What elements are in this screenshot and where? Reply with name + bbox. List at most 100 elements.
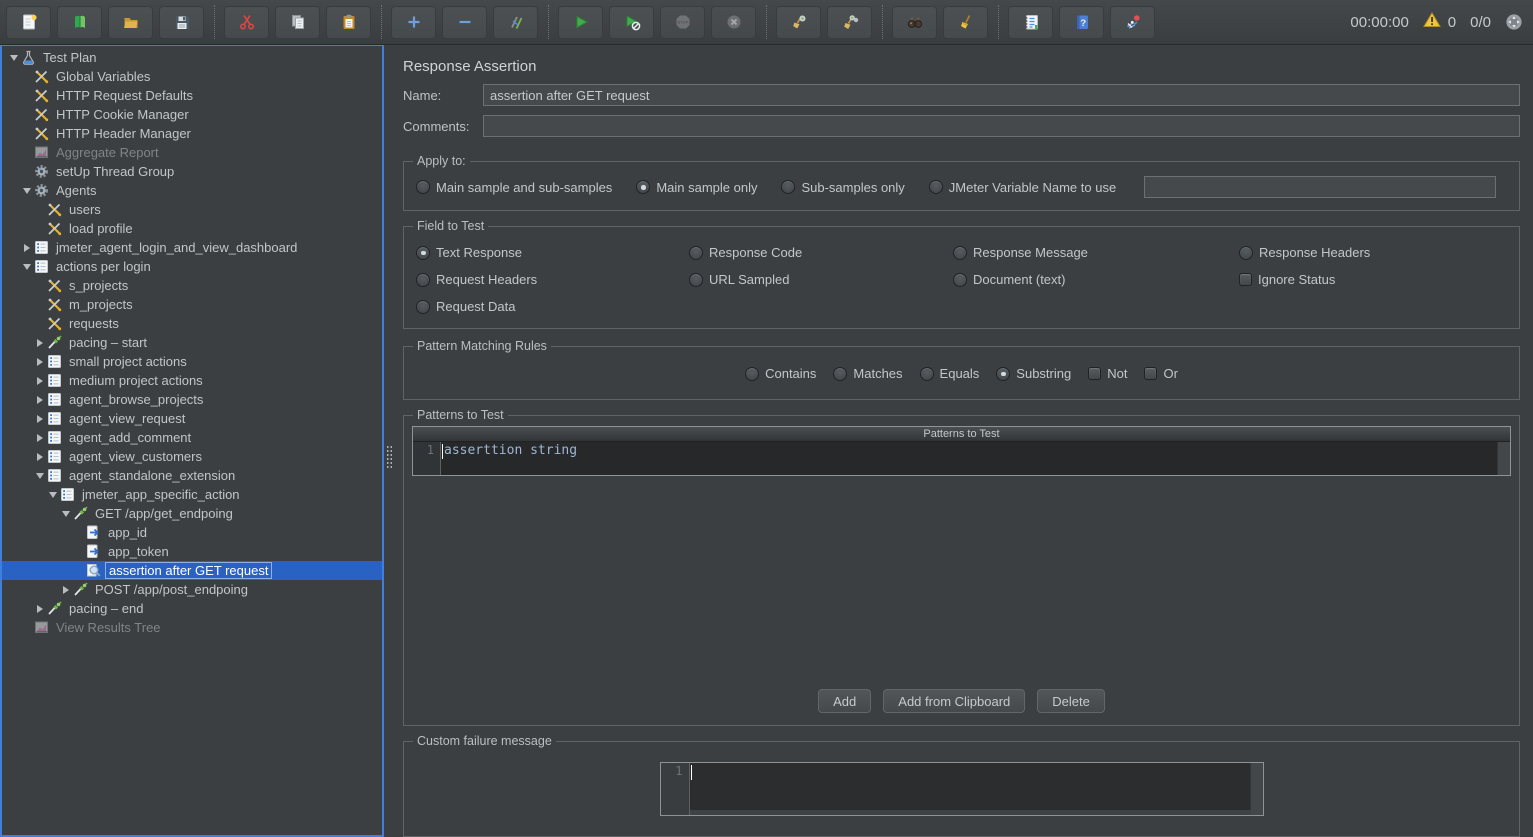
expand-icon[interactable]: [33, 415, 46, 423]
tree-node-get-app-get-endpoing[interactable]: GET /app/get_endpoing: [2, 504, 382, 523]
radio-indicator[interactable]: [416, 246, 430, 260]
tree-node-actions-per-login[interactable]: actions per login: [2, 257, 382, 276]
checkbox-ignore-status[interactable]: Ignore Status: [1239, 268, 1509, 291]
expand-icon[interactable]: [33, 434, 46, 442]
tree-node-http-request-defaults[interactable]: HTTP Request Defaults: [2, 86, 382, 105]
tree-node-load-profile[interactable]: load profile: [2, 219, 382, 238]
radio-contains[interactable]: Contains: [745, 366, 816, 381]
tree-node-jmeter-app-specific-action[interactable]: jmeter_app_specific_action: [2, 485, 382, 504]
tree-node-agent-standalone-extension[interactable]: agent_standalone_extension: [2, 466, 382, 485]
tree-node-requests[interactable]: requests: [2, 314, 382, 333]
expand-all-button[interactable]: [391, 6, 436, 39]
function-helper-button[interactable]: [1008, 6, 1053, 39]
tree-node-agent-view-customers[interactable]: agent_view_customers: [2, 447, 382, 466]
radio-indicator[interactable]: [1239, 246, 1253, 260]
checkbox-indicator[interactable]: [1088, 367, 1101, 380]
radio-jmeter-variable-name-to-use[interactable]: JMeter Variable Name to use: [929, 180, 1116, 195]
help-button[interactable]: ?: [1059, 6, 1104, 39]
add-from-clipboard-button[interactable]: Add from Clipboard: [883, 689, 1025, 713]
expand-icon[interactable]: [20, 244, 33, 252]
tree-node-view-results-tree[interactable]: View Results Tree: [2, 618, 382, 637]
checkbox-not[interactable]: Not: [1088, 366, 1127, 381]
radio-url-sampled[interactable]: URL Sampled: [689, 268, 953, 291]
clear-button[interactable]: [776, 6, 821, 39]
new-file-button[interactable]: [6, 6, 51, 39]
clear-all-button[interactable]: [827, 6, 872, 39]
collapse-icon[interactable]: [20, 264, 33, 270]
start-button[interactable]: [558, 6, 603, 39]
delete-button[interactable]: Delete: [1037, 689, 1105, 713]
checkbox-indicator[interactable]: [1144, 367, 1157, 380]
collapse-all-button[interactable]: [442, 6, 487, 39]
radio-indicator[interactable]: [920, 367, 934, 381]
collapse-icon[interactable]: [59, 511, 72, 517]
radio-document-text[interactable]: Document (text): [953, 268, 1239, 291]
radio-indicator[interactable]: [996, 367, 1010, 381]
search-button[interactable]: [892, 6, 937, 39]
copy-button[interactable]: [275, 6, 320, 39]
radio-response-message[interactable]: Response Message: [953, 241, 1239, 264]
tree-node-agents[interactable]: Agents: [2, 181, 382, 200]
tree-node-post-app-post-endpoing[interactable]: POST /app/post_endpoing: [2, 580, 382, 599]
tree-node-agent-add-comment[interactable]: agent_add_comment: [2, 428, 382, 447]
checkbox-or[interactable]: Or: [1144, 366, 1177, 381]
vertical-scrollbar[interactable]: [1497, 442, 1510, 475]
paste-button[interactable]: [326, 6, 371, 39]
tree-node-small-project-actions[interactable]: small project actions: [2, 352, 382, 371]
remote-start-icon[interactable]: [1505, 13, 1523, 31]
radio-main-sample-only[interactable]: Main sample only: [636, 180, 757, 195]
collapse-icon[interactable]: [20, 188, 33, 194]
checkbox-indicator[interactable]: [1239, 273, 1252, 286]
tree-node-test-plan[interactable]: Test Plan: [2, 48, 382, 67]
toggle-button[interactable]: [493, 6, 538, 39]
start-no-pauses-button[interactable]: [609, 6, 654, 39]
radio-indicator[interactable]: [929, 180, 943, 194]
radio-sub-samples-only[interactable]: Sub-samples only: [781, 180, 904, 195]
tree-node-assertion-after-get-request[interactable]: assertion after GET request: [2, 561, 382, 580]
jmeter-variable-input[interactable]: [1144, 176, 1496, 198]
tree-node-app-id[interactable]: app_id: [2, 523, 382, 542]
tree-node-app-token[interactable]: app_token: [2, 542, 382, 561]
radio-response-headers[interactable]: Response Headers: [1239, 241, 1509, 264]
collapse-icon[interactable]: [7, 55, 20, 61]
cut-button[interactable]: [224, 6, 269, 39]
radio-indicator[interactable]: [833, 367, 847, 381]
radio-matches[interactable]: Matches: [833, 366, 902, 381]
radio-indicator[interactable]: [953, 246, 967, 260]
radio-indicator[interactable]: [689, 246, 703, 260]
radio-indicator[interactable]: [416, 180, 430, 194]
vertical-scrollbar[interactable]: [1250, 763, 1263, 815]
horizontal-scrollbar[interactable]: [690, 810, 1251, 815]
expand-icon[interactable]: [33, 605, 46, 613]
radio-substring[interactable]: Substring: [996, 366, 1071, 381]
expand-icon[interactable]: [33, 339, 46, 347]
radio-text-response[interactable]: Text Response: [416, 241, 689, 264]
tree-node-http-header-manager[interactable]: HTTP Header Manager: [2, 124, 382, 143]
radio-equals[interactable]: Equals: [920, 366, 980, 381]
tree-node-http-cookie-manager[interactable]: HTTP Cookie Manager: [2, 105, 382, 124]
name-input[interactable]: [483, 84, 1520, 106]
tree-node-s-projects[interactable]: s_projects: [2, 276, 382, 295]
radio-indicator[interactable]: [953, 273, 967, 287]
radio-request-data[interactable]: Request Data: [416, 295, 689, 318]
search-reset-button[interactable]: [943, 6, 988, 39]
comments-input[interactable]: [483, 115, 1520, 137]
radio-response-code[interactable]: Response Code: [689, 241, 953, 264]
expand-icon[interactable]: [59, 586, 72, 594]
expand-icon[interactable]: [33, 377, 46, 385]
radio-indicator[interactable]: [689, 273, 703, 287]
warning-indicator[interactable]: 0: [1423, 11, 1456, 33]
tree-node-agent-browse-projects[interactable]: agent_browse_projects: [2, 390, 382, 409]
splitter-grip-icon[interactable]: [386, 445, 393, 469]
patterns-editor[interactable]: 1asserttion string: [413, 442, 1510, 475]
templates-button[interactable]: [57, 6, 102, 39]
tree-node-aggregate-report[interactable]: Aggregate Report: [2, 143, 382, 162]
radio-indicator[interactable]: [636, 180, 650, 194]
tree-node-medium-project-actions[interactable]: medium project actions: [2, 371, 382, 390]
tree-node-setup-thread-group[interactable]: setUp Thread Group: [2, 162, 382, 181]
expand-icon[interactable]: [33, 396, 46, 404]
radio-indicator[interactable]: [416, 300, 430, 314]
collapse-icon[interactable]: [33, 473, 46, 479]
open-file-button[interactable]: [108, 6, 153, 39]
tree-node-pacing-start[interactable]: pacing – start: [2, 333, 382, 352]
